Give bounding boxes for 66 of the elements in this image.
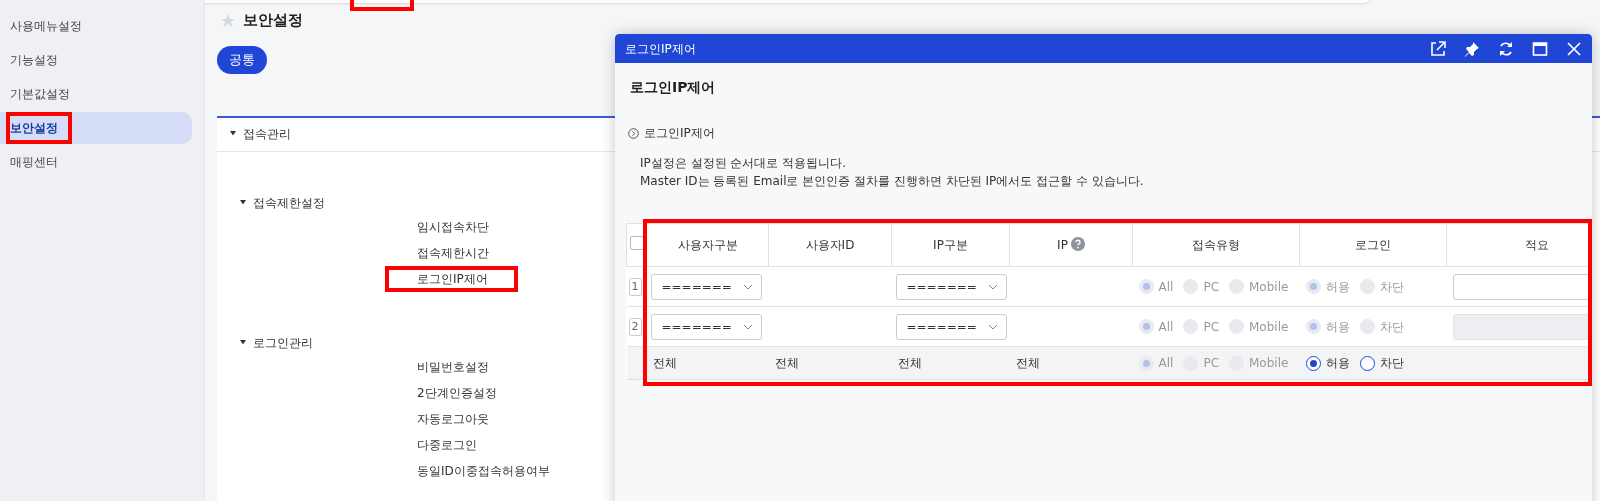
column-header: 사용자ID xyxy=(805,238,855,252)
close-icon[interactable] xyxy=(1566,40,1582,57)
column-header: 사용자구분 xyxy=(677,238,738,252)
note-text: IP설정은 설정된 순서대로 적용됩니다. xyxy=(640,155,848,172)
maximize-icon[interactable] xyxy=(1532,40,1548,57)
checkbox[interactable] xyxy=(629,235,644,250)
radio-button: PC xyxy=(1183,277,1219,296)
table-cell: 전체 xyxy=(897,356,922,370)
radio-button: All xyxy=(1138,354,1174,372)
menu-link[interactable]: 임시접속차단 xyxy=(385,213,519,240)
section-title: 로그인IP제어 xyxy=(644,125,715,142)
menu-link[interactable]: 동일ID이중접속허용여부 xyxy=(385,457,580,484)
menu-link[interactable]: 다중로그인 xyxy=(385,431,507,458)
pin-icon[interactable] xyxy=(1464,40,1480,57)
chevron-circle-icon xyxy=(628,127,639,139)
radio-button: 허용 xyxy=(1305,277,1350,296)
radio-button: PC xyxy=(1183,354,1219,372)
sidebar-item[interactable]: 사용메뉴설정 xyxy=(0,10,192,42)
table-cell: 전체 xyxy=(1015,356,1040,370)
radio-button: Mobile xyxy=(1229,277,1289,296)
chevron-icon xyxy=(742,323,753,330)
refresh-icon[interactable] xyxy=(1498,40,1514,57)
menu-link[interactable]: 자동로그아웃 xyxy=(385,405,519,432)
dropdown[interactable]: ======= xyxy=(895,273,1007,300)
sidebar-item[interactable]: 기본값설정 xyxy=(0,78,192,110)
group-title[interactable]: 접속제한설정 xyxy=(253,193,325,212)
sidebar-item[interactable]: 기능설정 xyxy=(0,44,192,76)
chevron-icon xyxy=(987,323,998,330)
menu-link[interactable]: 비밀번호설정 xyxy=(385,353,519,380)
radio-button[interactable]: 허용 xyxy=(1305,354,1350,372)
external-link-icon[interactable] xyxy=(1430,40,1446,57)
radio-button: Mobile xyxy=(1229,317,1289,336)
dialog-title: 로그인IP제어 xyxy=(625,40,697,58)
radio-button[interactable]: 차단 xyxy=(1359,354,1404,372)
column-header: 접속유형 xyxy=(1192,238,1240,252)
tab[interactable]: 공통 xyxy=(217,46,267,74)
row-number: 1 xyxy=(628,277,642,297)
radio-button: 차단 xyxy=(1359,317,1404,336)
dropdown[interactable]: ======= xyxy=(895,313,1007,340)
radio-button: Mobile xyxy=(1229,354,1289,372)
chevron-icon xyxy=(987,283,998,290)
menu-link[interactable]: 접속제한시간 xyxy=(385,239,519,266)
dropdown[interactable]: ======= xyxy=(650,313,762,340)
column-header: IP xyxy=(1057,238,1068,252)
chevron-icon xyxy=(742,283,753,290)
page-title: 보안설정 xyxy=(243,11,303,29)
radio-button: 허용 xyxy=(1305,317,1350,336)
dropdown[interactable]: ======= xyxy=(650,273,762,300)
sidebar-item[interactable]: 매핑센터 xyxy=(0,146,192,178)
column-header: 적요 xyxy=(1524,238,1549,252)
radio-button: All xyxy=(1138,317,1174,336)
note-text: Master ID는 등록된 Email로 본인인증 절차를 진행하면 차단된 IP에서도 접근할 수 있습니다. xyxy=(640,173,1145,190)
radio-button: PC xyxy=(1183,317,1219,336)
table-cell: 전체 xyxy=(652,356,677,370)
group-title[interactable]: 로그인관리 xyxy=(253,333,313,352)
sidebar-item[interactable]: 보안설정 xyxy=(0,112,192,144)
menu-link[interactable]: 로그인IP제어 xyxy=(385,265,518,292)
table-cell: 전체 xyxy=(774,356,799,370)
column-header: 로그인 xyxy=(1355,238,1391,252)
radio-button: 차단 xyxy=(1359,277,1404,296)
menu-link[interactable]: 2단계인증설정 xyxy=(385,379,527,406)
section-title: 접속관리 xyxy=(243,126,291,143)
column-header: IP구분 xyxy=(933,238,968,252)
row-number: 2 xyxy=(628,317,642,337)
dialog-heading: 로그인IP제어 xyxy=(630,78,717,97)
radio-button: All xyxy=(1138,277,1174,296)
